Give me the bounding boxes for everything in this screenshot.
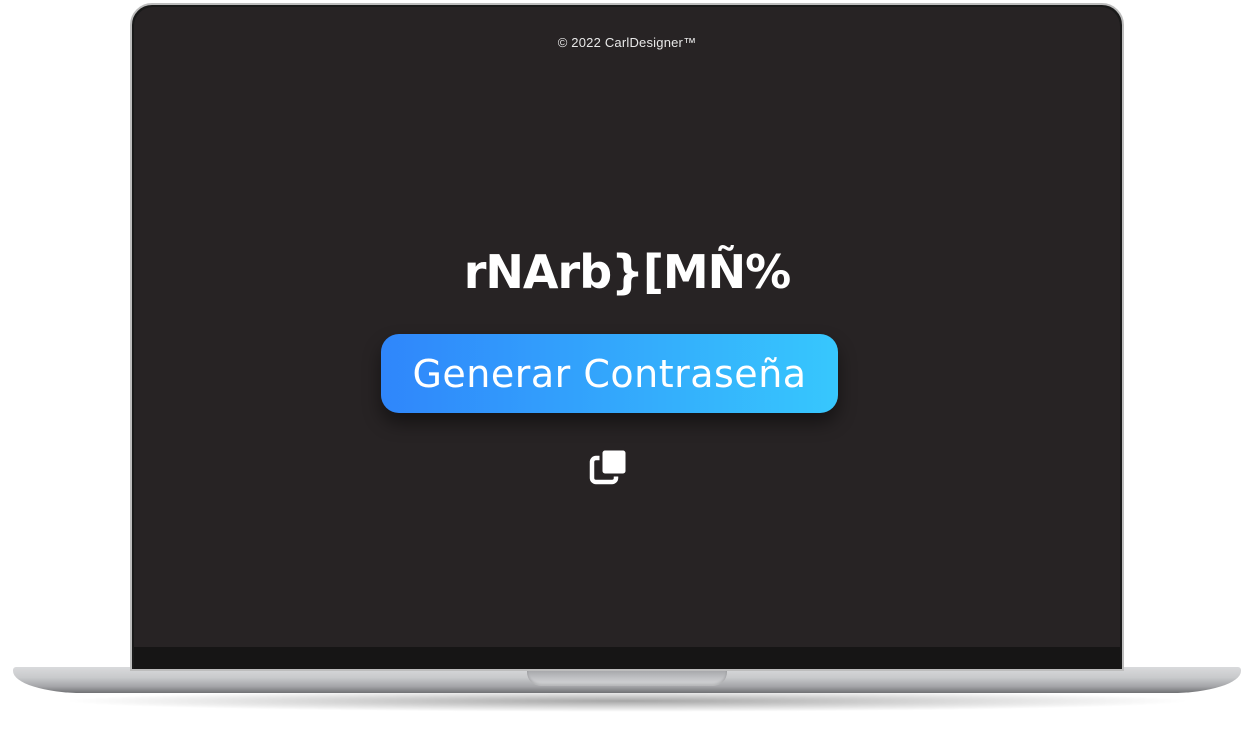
generate-password-button[interactable]: Generar Contraseña — [381, 334, 838, 413]
laptop-lid: © 2022 CarlDesigner™ rNArb}[MÑ% Generar … — [130, 3, 1124, 671]
app-screen: © 2022 CarlDesigner™ rNArb}[MÑ% Generar … — [134, 7, 1120, 647]
laptop-shadow — [60, 690, 1194, 712]
generated-password: rNArb}[MÑ% — [463, 245, 792, 299]
laptop-frame: © 2022 CarlDesigner™ rNArb}[MÑ% Generar … — [0, 0, 1254, 739]
copy-icon[interactable] — [587, 445, 633, 491]
screen-bottom-bezel — [134, 647, 1120, 669]
copy-icon-graphic — [589, 447, 629, 485]
copyright-text: © 2022 CarlDesigner™ — [557, 35, 697, 50]
